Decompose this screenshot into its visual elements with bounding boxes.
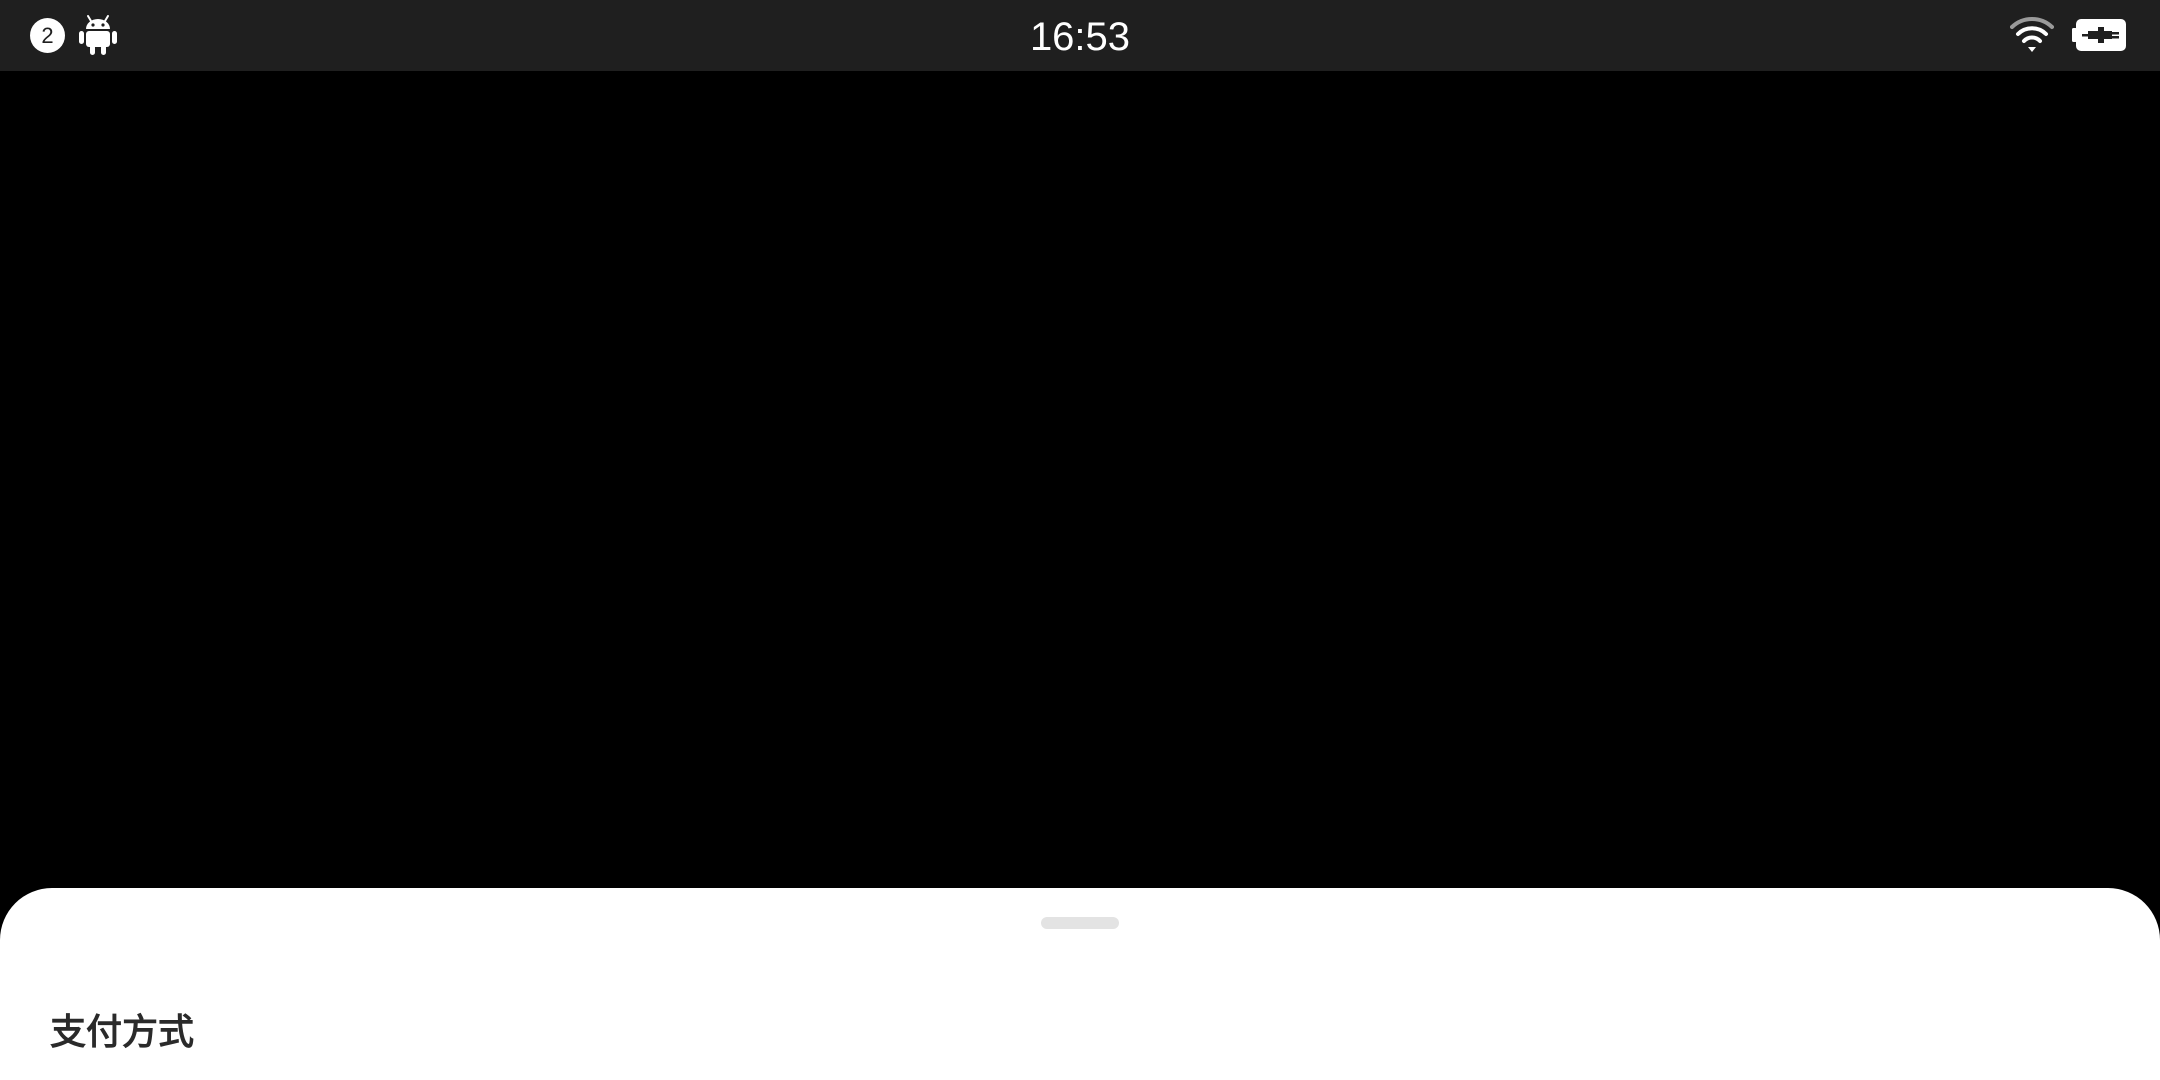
sheet-title: 支付方式 — [50, 1012, 195, 1053]
status-time: 16:53 — [1029, 15, 1131, 59]
android-icon — [79, 15, 117, 55]
battery-charging-icon — [2072, 19, 2126, 51]
payment-method-sheet[interactable]: 支付方式 — [0, 888, 2160, 1080]
status-bar: 2 16:53 — [0, 0, 2160, 71]
content-area — [0, 71, 2160, 889]
sheet-drag-handle[interactable] — [1041, 917, 1119, 929]
notification-count-badge: 2 — [30, 18, 65, 53]
screen: 2 16:53 支付方式 — [0, 0, 2160, 1080]
wifi-icon — [2010, 17, 2054, 52]
status-clock: 16:53 — [0, 0, 2160, 71]
